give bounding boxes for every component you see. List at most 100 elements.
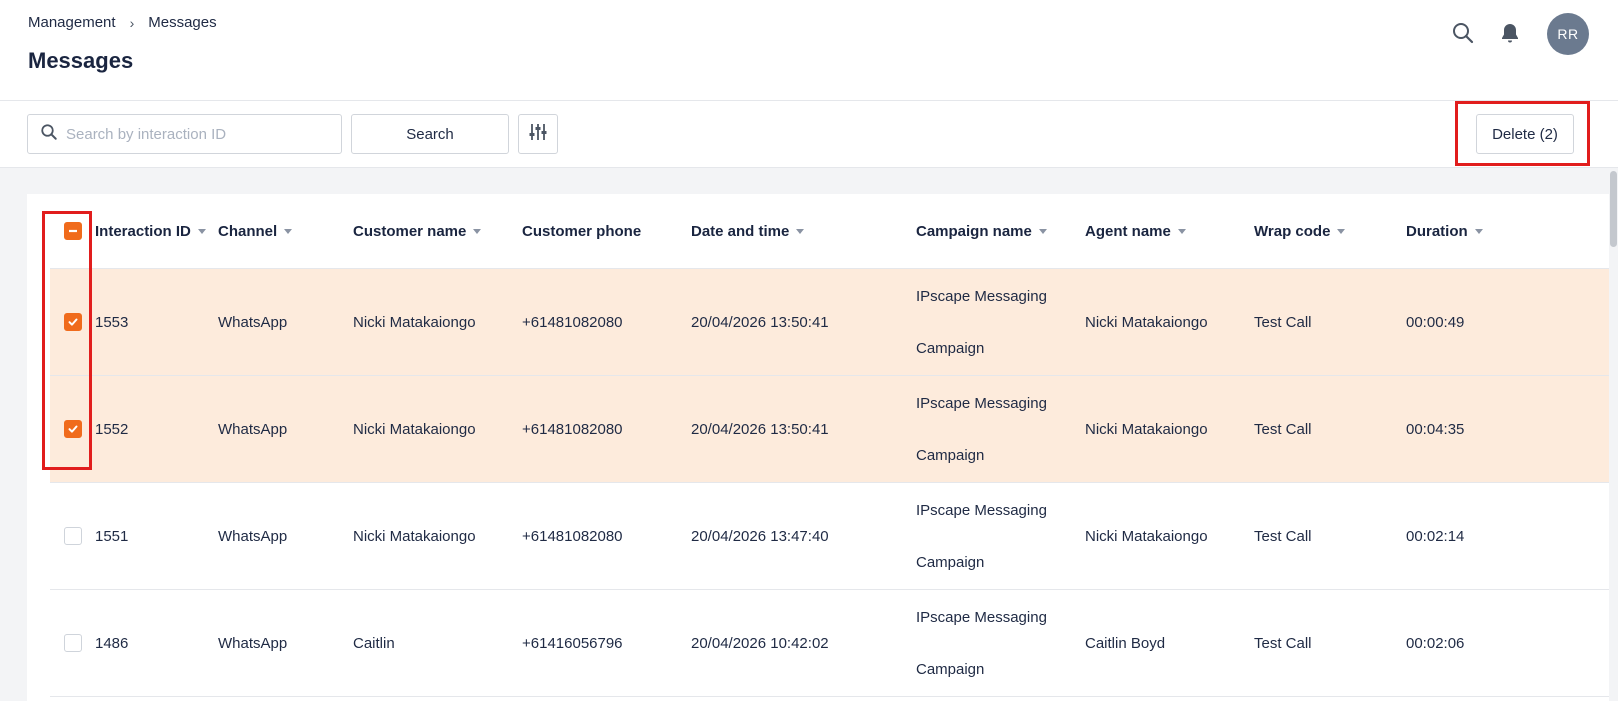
col-label: Customer name — [353, 223, 467, 240]
search-icon[interactable] — [1451, 21, 1475, 45]
sort-caret-icon — [473, 229, 482, 234]
page-title: Messages — [28, 48, 134, 73]
cell-agent-name: Nicki Matakaiongo — [1085, 421, 1208, 438]
row-checkbox[interactable] — [64, 420, 82, 438]
cell-interaction-id: 1553 — [95, 314, 129, 331]
table-header: Interaction ID Channel Customer name Cus… — [50, 194, 1618, 269]
cell-interaction-id: 1486 — [95, 635, 129, 652]
col-customer-phone: Customer phone — [522, 194, 641, 269]
cell-duration: 00:02:14 — [1406, 528, 1465, 545]
cell-wrap-code: Test Call — [1254, 421, 1312, 438]
campaign-line: IPscape Messaging — [916, 287, 1047, 305]
cell-campaign-name: IPscape Messaging Campaign — [916, 376, 1066, 483]
check-icon — [68, 318, 78, 326]
table-row[interactable]: 1486 WhatsApp Caitlin +61416056796 20/04/202… — [50, 590, 1618, 697]
cell-interaction-id: 1552 — [95, 421, 129, 438]
table-row[interactable]: 1551 WhatsApp Nicki Matakaiongo +6148108208… — [50, 483, 1618, 590]
campaign-line: Campaign — [916, 446, 985, 464]
messages-table: Interaction ID Channel Customer name Cus… — [27, 194, 1618, 701]
cell-customer-name: Caitlin — [353, 635, 395, 652]
cell-duration: 00:04:35 — [1406, 421, 1465, 438]
campaign-line: IPscape Messaging — [916, 608, 1047, 626]
cell-customer-phone: +61481082080 — [522, 528, 623, 545]
sort-caret-icon — [796, 229, 805, 234]
col-interaction-id[interactable]: Interaction ID — [95, 194, 206, 269]
cell-agent-name: Nicki Matakaiongo — [1085, 528, 1208, 545]
row-checkbox[interactable] — [64, 313, 82, 331]
cell-date-time: 20/04/2026 13:50:41 — [691, 314, 829, 331]
cell-interaction-id: 1551 — [95, 528, 129, 545]
page-header: Management › Messages Messages RR — [0, 0, 1618, 101]
cell-campaign-name: IPscape Messaging Campaign — [916, 269, 1066, 376]
col-duration[interactable]: Duration — [1406, 194, 1483, 269]
breadcrumb-current: Messages — [148, 14, 217, 31]
col-date-time[interactable]: Date and time — [691, 194, 805, 269]
chevron-right-icon: › — [129, 14, 135, 31]
sort-caret-icon — [1474, 229, 1483, 234]
cell-customer-phone: +61416056796 — [522, 635, 623, 652]
scrollbar[interactable] — [1609, 168, 1618, 701]
cell-campaign-name: IPscape Messaging Campaign — [916, 590, 1066, 697]
campaign-line: IPscape Messaging — [916, 394, 1047, 412]
col-label: Campaign name — [916, 223, 1032, 240]
filter-button[interactable] — [518, 114, 558, 154]
col-label: Customer phone — [522, 223, 642, 240]
scrollbar-thumb[interactable] — [1610, 171, 1617, 247]
cell-wrap-code: Test Call — [1254, 314, 1312, 331]
sort-caret-icon — [1177, 229, 1186, 234]
cell-customer-name: Nicki Matakaiongo — [353, 528, 476, 545]
bell-icon[interactable] — [1498, 21, 1522, 45]
search-button[interactable]: Search — [351, 114, 509, 154]
search-input[interactable] — [66, 125, 326, 143]
table-row[interactable]: 1553 WhatsApp Nicki Matakaiongo +6148108208… — [50, 269, 1618, 376]
table-row[interactable]: 1552 WhatsApp Nicki Matakaiongo +6148108208… — [50, 376, 1618, 483]
cell-channel: WhatsApp — [218, 314, 288, 331]
col-label: Wrap code — [1254, 223, 1331, 240]
cell-customer-name: Nicki Matakaiongo — [353, 314, 476, 331]
row-checkbox[interactable] — [64, 634, 82, 652]
cell-channel: WhatsApp — [218, 635, 288, 652]
cell-customer-phone: +61481082080 — [522, 421, 623, 438]
col-campaign-name[interactable]: Campaign name — [916, 194, 1047, 269]
campaign-line: Campaign — [916, 660, 985, 678]
cell-campaign-name: IPscape Messaging Campaign — [916, 483, 1066, 590]
campaign-line: IPscape Messaging — [916, 501, 1047, 519]
delete-button[interactable]: Delete (2) — [1476, 114, 1574, 154]
cell-date-time: 20/04/2026 13:50:41 — [691, 421, 829, 438]
cell-customer-phone: +61481082080 — [522, 314, 623, 331]
col-wrap-code[interactable]: Wrap code — [1254, 194, 1346, 269]
cell-date-time: 20/04/2026 10:42:02 — [691, 635, 829, 652]
breadcrumb-management-link[interactable]: Management — [28, 14, 116, 31]
search-field[interactable] — [27, 114, 342, 154]
row-checkbox[interactable] — [64, 527, 82, 545]
campaign-line: Campaign — [916, 339, 985, 357]
check-icon — [68, 425, 78, 433]
cell-channel: WhatsApp — [218, 528, 288, 545]
sort-caret-icon — [1038, 229, 1047, 234]
avatar[interactable]: RR — [1547, 13, 1589, 55]
breadcrumb: Management › Messages — [28, 14, 217, 31]
search-icon — [40, 123, 58, 146]
cell-channel: WhatsApp — [218, 421, 288, 438]
cell-wrap-code: Test Call — [1254, 528, 1312, 545]
cell-duration: 00:00:49 — [1406, 314, 1465, 331]
col-customer-name[interactable]: Customer name — [353, 194, 482, 269]
col-channel[interactable]: Channel — [218, 194, 293, 269]
select-all-checkbox[interactable] — [64, 222, 82, 240]
cell-agent-name: Nicki Matakaiongo — [1085, 314, 1208, 331]
col-label: Interaction ID — [95, 223, 191, 240]
col-label: Channel — [218, 223, 278, 240]
cell-duration: 00:02:06 — [1406, 635, 1465, 652]
col-agent-name[interactable]: Agent name — [1085, 194, 1186, 269]
sort-caret-icon — [197, 229, 206, 234]
col-label: Date and time — [691, 223, 790, 240]
sort-caret-icon — [1337, 229, 1346, 234]
toolbar: Search Delete (2) — [0, 101, 1618, 168]
col-label: Agent name — [1085, 223, 1171, 240]
cell-customer-name: Nicki Matakaiongo — [353, 421, 476, 438]
sliders-icon — [528, 122, 548, 146]
cell-agent-name: Caitlin Boyd — [1085, 635, 1166, 652]
cell-date-time: 20/04/2026 13:47:40 — [691, 528, 829, 545]
col-label: Duration — [1406, 223, 1468, 240]
campaign-line: Campaign — [916, 553, 985, 571]
